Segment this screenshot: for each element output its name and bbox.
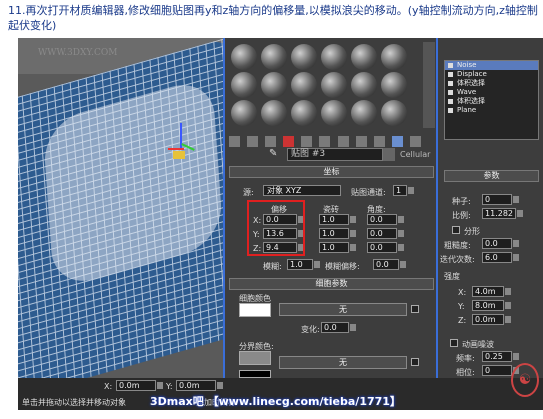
phase-spinner[interactable]: 0: [482, 365, 519, 376]
command-panel: Noise Displace 体积选择 Wave 体积选择 Plane 参数 种…: [438, 38, 543, 410]
division-color-2-swatch[interactable]: [239, 370, 271, 378]
sample-sphere[interactable]: [261, 44, 287, 70]
sample-sphere[interactable]: [321, 44, 347, 70]
modifier-plane[interactable]: Plane: [445, 106, 538, 115]
material-id-icon[interactable]: [337, 136, 349, 147]
source-dropdown[interactable]: 对象 XYZ: [263, 185, 341, 196]
eyedropper-icon[interactable]: ✎: [269, 148, 277, 159]
strength-x-spinner[interactable]: 4.0m: [472, 286, 511, 297]
perspective-viewport[interactable]: WWW.3DXY.COM: [18, 38, 223, 378]
angle-y-spinner[interactable]: 0.0: [367, 228, 404, 239]
seed-spinner[interactable]: 0: [482, 194, 519, 205]
cellular-params-rollout-header[interactable]: 细胞参数: [229, 278, 434, 290]
watermark: WWW.3DXY.COM: [38, 48, 118, 58]
modifier-displace[interactable]: Displace: [445, 70, 538, 79]
coord-x-field[interactable]: 0.0m: [116, 380, 163, 391]
cell-color-map-checkbox[interactable]: [411, 305, 419, 313]
offset-highlight-box: [247, 200, 305, 256]
go-to-parent-icon[interactable]: [391, 136, 403, 147]
sample-sphere[interactable]: [381, 100, 407, 126]
sample-sphere[interactable]: [351, 44, 377, 70]
sample-sphere[interactable]: [381, 44, 407, 70]
status-prompt: 单击并拖动以选择并移动对象: [22, 398, 126, 407]
division-color-1-map-button[interactable]: 无: [279, 356, 407, 369]
show-map-icon[interactable]: [355, 136, 367, 147]
division-color-1-checkbox[interactable]: [411, 358, 419, 366]
sample-sphere[interactable]: [321, 100, 347, 126]
fractal-checkbox[interactable]: [452, 226, 460, 234]
coord-y-field[interactable]: 0.0m: [176, 380, 223, 391]
sample-sphere[interactable]: [351, 100, 377, 126]
sample-sphere[interactable]: [261, 72, 287, 98]
tiling-y-spinner[interactable]: 1.0: [319, 228, 356, 239]
sample-sphere[interactable]: [291, 72, 317, 98]
move-gizmo-x-axis[interactable]: [168, 148, 184, 150]
map-name-field[interactable]: 贴图 #3: [287, 148, 383, 161]
put-to-scene-icon[interactable]: [247, 136, 259, 147]
reset-map-icon[interactable]: [283, 136, 295, 147]
material-toolbar: [229, 131, 434, 147]
modifier-volselect-1[interactable]: 体积选择: [445, 79, 538, 88]
sample-sphere[interactable]: [381, 72, 407, 98]
sample-slots: [229, 42, 419, 128]
get-material-icon[interactable]: [229, 136, 240, 147]
strength-z-spinner[interactable]: 0.0m: [472, 314, 511, 325]
scale-spinner[interactable]: 11.282: [482, 208, 523, 219]
modifier-noise[interactable]: Noise: [445, 61, 538, 70]
iterations-spinner[interactable]: 6.0: [482, 252, 519, 263]
animate-noise-checkbox[interactable]: [450, 339, 458, 347]
coordinates-rollout-header[interactable]: 坐标: [229, 166, 434, 178]
modifier-stack[interactable]: Noise Displace 体积选择 Wave 体积选择 Plane: [444, 60, 539, 140]
sample-sphere[interactable]: [231, 44, 257, 70]
blur-offset-spinner[interactable]: 0.0: [373, 259, 406, 270]
move-gizmo-plane[interactable]: [173, 151, 185, 159]
caption-text: 11.再次打开材质编辑器,修改细胞贴图再y和z轴方向的偏移量,以模拟浪尖的移动。…: [8, 4, 538, 32]
make-unique-icon[interactable]: [301, 136, 313, 147]
sample-sphere[interactable]: [291, 44, 317, 70]
max-screenshot: WWW.3DXY.COM ✎ 贴图 #3 Cellular 坐标 源: 对象 X…: [18, 38, 543, 410]
division-color-1-swatch[interactable]: [239, 351, 271, 365]
material-editor-panel: ✎ 贴图 #3 Cellular 坐标 源: 对象 XYZ 贴图通道: 1 偏移…: [223, 38, 438, 410]
blur-spinner[interactable]: 1.0: [287, 259, 320, 270]
footer-watermark: 3Dmax吧 【www.linecg.com/tieba/1771】: [150, 395, 401, 408]
map-channel-spinner[interactable]: 1: [393, 185, 414, 196]
variation-spinner[interactable]: 0.0: [321, 322, 356, 333]
tiling-z-spinner[interactable]: 1.0: [319, 242, 356, 253]
map-name-dropdown[interactable]: [383, 148, 395, 161]
strength-y-spinner[interactable]: 8.0m: [472, 300, 511, 311]
parameters-rollout-header[interactable]: 参数: [444, 170, 539, 182]
wave-mesh[interactable]: [18, 38, 223, 378]
cell-color-map-button[interactable]: 无: [279, 303, 407, 316]
sample-sphere[interactable]: [321, 72, 347, 98]
sample-sphere[interactable]: [231, 72, 257, 98]
modifier-volselect-2[interactable]: 体积选择: [445, 97, 538, 106]
put-to-library-icon[interactable]: [319, 136, 331, 147]
assign-material-icon[interactable]: [265, 136, 277, 147]
sample-slots-scrollbar[interactable]: [423, 42, 435, 128]
sample-sphere[interactable]: [231, 100, 257, 126]
show-end-result-icon[interactable]: [373, 136, 385, 147]
site-logo-icon: ☯: [511, 363, 539, 397]
angle-z-spinner[interactable]: 0.0: [367, 242, 404, 253]
sample-sphere[interactable]: [291, 100, 317, 126]
angle-x-spinner[interactable]: 0.0: [367, 214, 404, 225]
go-forward-sibling-icon[interactable]: [409, 136, 421, 147]
modifier-wave[interactable]: Wave: [445, 88, 538, 97]
map-type-button[interactable]: Cellular: [400, 150, 430, 159]
tiling-x-spinner[interactable]: 1.0: [319, 214, 356, 225]
sample-sphere[interactable]: [351, 72, 377, 98]
cell-color-swatch[interactable]: [239, 303, 271, 317]
frequency-spinner[interactable]: 0.25: [482, 351, 519, 362]
sample-sphere[interactable]: [261, 100, 287, 126]
roughness-spinner[interactable]: 0.0: [482, 238, 519, 249]
